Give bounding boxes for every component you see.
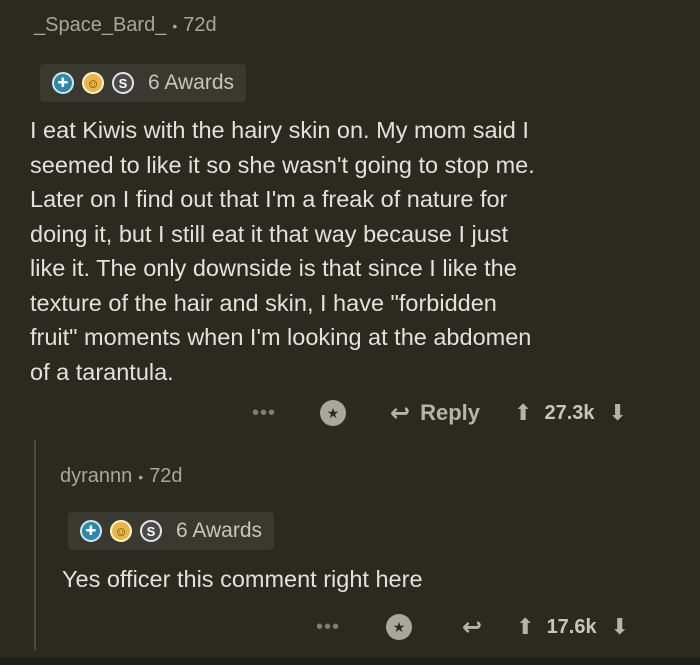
comment-thread: _Space_Bard_ • 72d ✚ ☺ S 6 Awards I eat …: [0, 0, 700, 665]
more-options-button[interactable]: •••: [316, 616, 340, 639]
reply-button[interactable]: ↩: [462, 613, 492, 642]
awards-badge[interactable]: ✚ ☺ S 6 Awards: [68, 512, 274, 550]
reply-arrow-icon: ↩: [462, 613, 483, 641]
reply-button[interactable]: ↩ Reply: [390, 399, 480, 428]
awards-count: 6 Awards: [148, 71, 234, 94]
separator-dot: •: [172, 17, 178, 34]
author-name[interactable]: dyrannn: [60, 465, 132, 488]
wholesome-award-icon: ☺: [110, 520, 132, 542]
helpful-award-icon: ✚: [52, 72, 74, 94]
thread-line[interactable]: [34, 440, 36, 650]
vote-score: 17.6k: [546, 615, 597, 638]
separator-dot: •: [138, 468, 144, 485]
comment-age: 72d: [149, 465, 183, 487]
author-name[interactable]: _Space_Bard_: [34, 14, 166, 37]
give-award-icon[interactable]: ★: [320, 400, 347, 426]
reply-actions: ••• ★ ↩ ⬆ 17.6k ⬇: [316, 612, 629, 642]
helpful-award-icon: ✚: [80, 520, 102, 542]
bottom-bar: [0, 657, 700, 665]
upvote-icon[interactable]: ⬆: [516, 614, 534, 640]
give-award-icon[interactable]: ★: [386, 614, 413, 640]
comment-age: 72d: [183, 14, 217, 36]
upvote-icon[interactable]: ⬆: [514, 400, 532, 426]
wholesome-award-icon: ☺: [82, 72, 104, 94]
silver-award-icon: S: [140, 520, 162, 542]
vote-score: 27.3k: [544, 401, 595, 424]
reply-meta: dyrannn • 72d: [60, 465, 183, 488]
awards-count: 6 Awards: [176, 519, 262, 542]
reply-body: Yes officer this comment right here: [62, 566, 423, 592]
comment-meta: _Space_Bard_ • 72d: [34, 14, 217, 37]
comment-actions: ••• ★ ↩ Reply ⬆ 27.3k ⬇: [252, 398, 627, 428]
reply-label: Reply: [420, 400, 481, 425]
awards-badge[interactable]: ✚ ☺ S 6 Awards: [40, 64, 246, 102]
downvote-icon[interactable]: ⬇: [609, 400, 627, 426]
comment-body: I eat Kiwis with the hairy skin on. My m…: [30, 117, 535, 385]
reply-arrow-icon: ↩: [390, 399, 411, 427]
silver-award-icon: S: [112, 72, 134, 94]
downvote-icon[interactable]: ⬇: [611, 614, 629, 640]
more-options-button[interactable]: •••: [252, 402, 276, 425]
